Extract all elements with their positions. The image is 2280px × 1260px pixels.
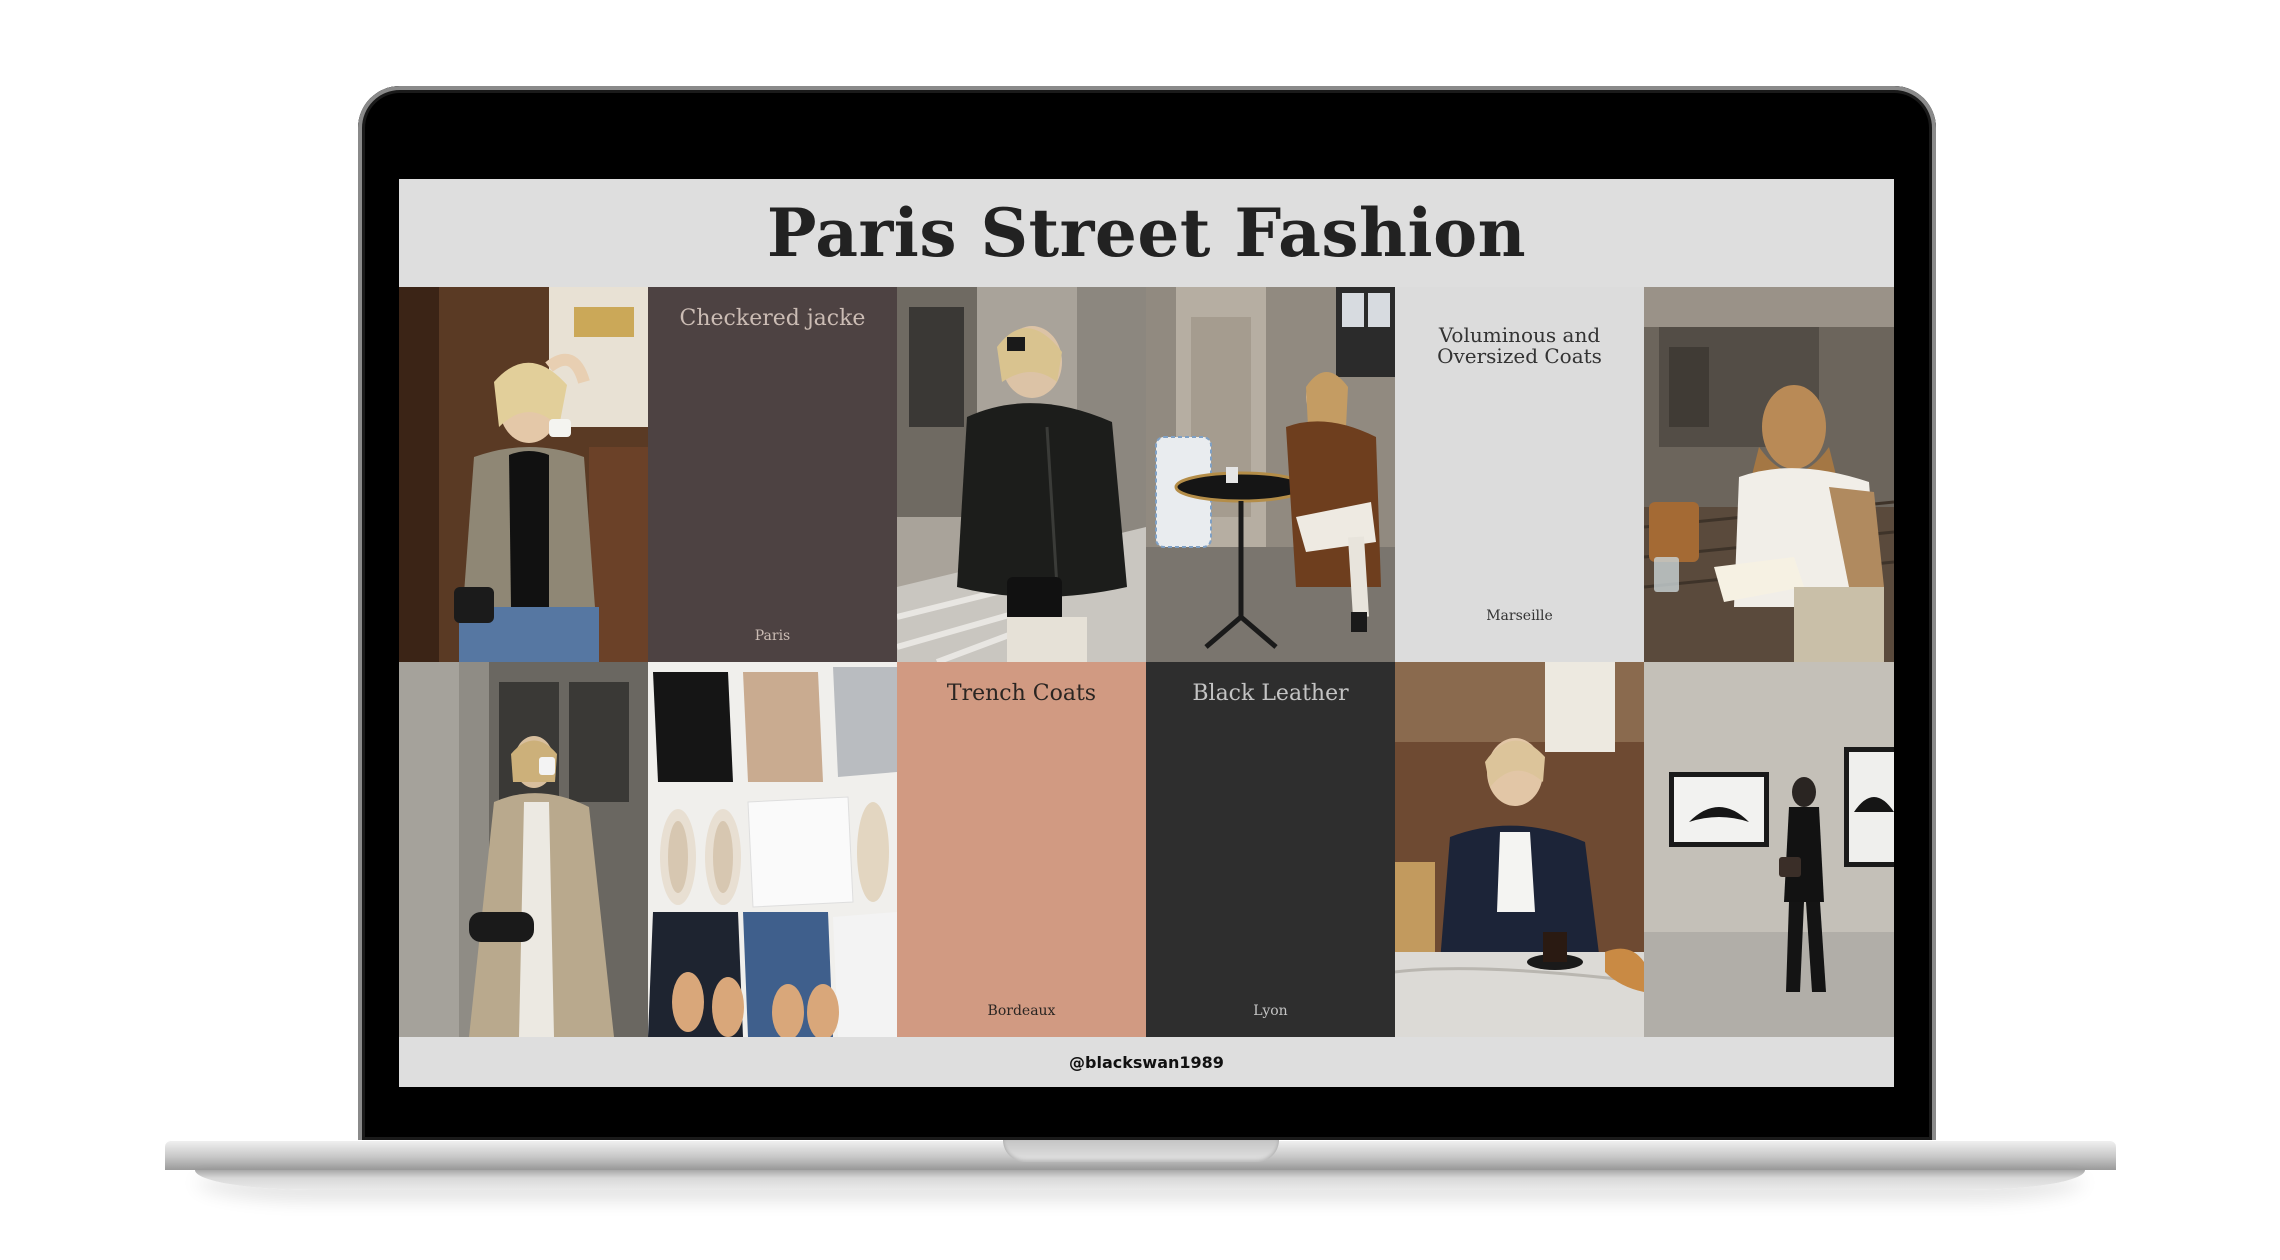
photo-tile-gallery[interactable]: [1644, 662, 1894, 1037]
tile-heading: Trench Coats: [946, 681, 1097, 706]
laptop-screen: Paris Street Fashion Checkered jacke Par…: [399, 179, 1894, 1087]
tile-heading: Black Leather: [1192, 681, 1349, 706]
photo-cafe-blazer: [1395, 662, 1644, 1037]
photo-tile-terrace-reading[interactable]: [1644, 287, 1894, 662]
text-tile-oversized-coats[interactable]: Voluminous and Oversized Coats Marseille: [1395, 287, 1644, 662]
tile-location: Marseille: [1486, 608, 1553, 624]
photo-terrace-reading: [1644, 287, 1894, 662]
photo-tile-leather-jacket[interactable]: [897, 287, 1146, 662]
tile-location: Lyon: [1253, 1003, 1288, 1019]
photo-leather-jacket: [897, 287, 1146, 662]
tile-background: [897, 662, 1146, 1037]
tile-heading: Voluminous and Oversized Coats: [1395, 325, 1644, 367]
tile-location: Paris: [754, 628, 791, 644]
photo-houndstooth-blazer: [399, 287, 648, 662]
photo-tile-flat-lay[interactable]: [648, 662, 897, 1037]
laptop-opening-notch: [1003, 1140, 1279, 1162]
tile-heading-line-2: Oversized Coats: [1437, 344, 1602, 368]
photo-cafe-brown-coat: [1146, 287, 1395, 662]
photo-flat-lay: [648, 662, 897, 1037]
tile-location: Bordeaux: [987, 1003, 1056, 1019]
photo-trench-doorway: [399, 662, 648, 1037]
photo-gallery: [1644, 662, 1894, 1037]
photo-tile-trench-doorway[interactable]: [399, 662, 648, 1037]
photo-tile-cafe-brown-coat[interactable]: [1146, 287, 1395, 662]
laptop-base-lip: [195, 1170, 2085, 1190]
board-title: Paris Street Fashion: [766, 194, 1527, 272]
tile-heading: Checkered jacke: [679, 306, 866, 331]
board-footer-handle: @blackswan1989: [1069, 1052, 1224, 1072]
moodboard-grid: Checkered jacke Paris Voluminous and Ove…: [399, 287, 1894, 1037]
text-tile-black-leather[interactable]: Black Leather Lyon: [1146, 662, 1395, 1037]
tile-heading-line-1: Voluminous and: [1438, 323, 1601, 347]
tile-background: [648, 287, 897, 662]
photo-tile-cafe-blazer[interactable]: [1395, 662, 1644, 1037]
text-tile-checkered-jacket[interactable]: Checkered jacke Paris: [648, 287, 897, 662]
tile-background: [1146, 662, 1395, 1037]
text-tile-trench-coats[interactable]: Trench Coats Bordeaux: [897, 662, 1146, 1037]
photo-tile-houndstooth-blazer[interactable]: [399, 287, 648, 662]
